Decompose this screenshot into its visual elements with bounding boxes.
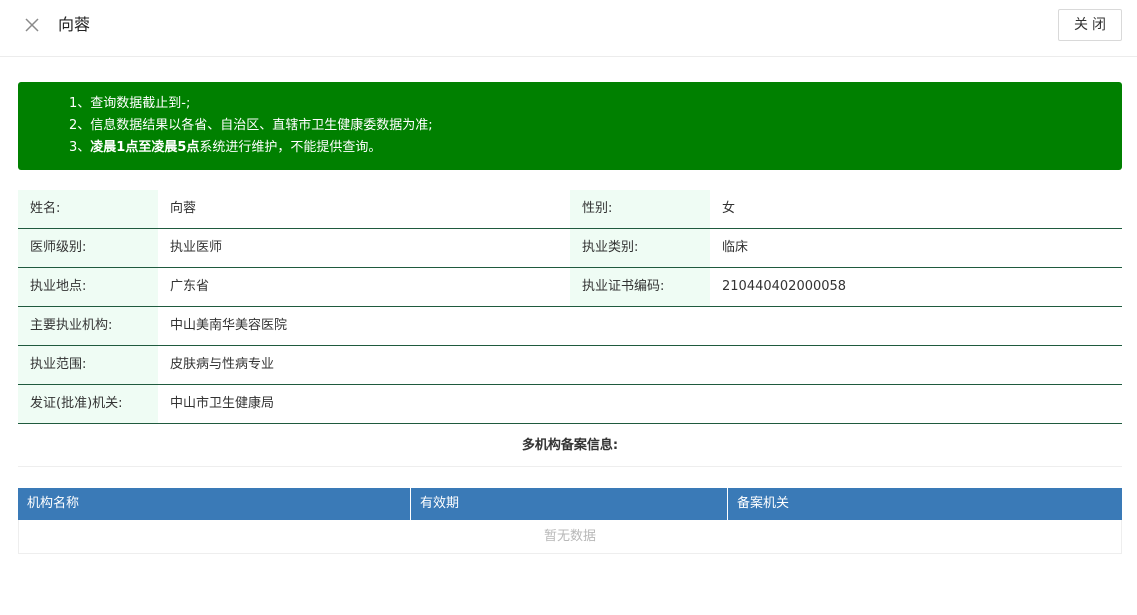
org-value: 中山美南华美容医院 bbox=[170, 318, 288, 333]
gender-label: 性别: bbox=[570, 190, 710, 228]
notice-banner: 1、查询数据截止到-; 2、信息数据结果以各省、自治区、直辖市卫生健康委数据为准… bbox=[18, 82, 1122, 170]
location-label: 执业地点: bbox=[18, 268, 158, 306]
info-row: 医师级别: 执业医师 执业类别: 临床 bbox=[18, 229, 1122, 268]
level-value: 执业医师 bbox=[170, 240, 223, 255]
notice-line-2: 2、信息数据结果以各省、自治区、直辖市卫生健康委数据为准; bbox=[69, 118, 433, 133]
close-button[interactable]: 关闭 bbox=[1058, 9, 1122, 41]
info-row: 发证(批准)机关: 中山市卫生健康局 bbox=[18, 385, 1122, 424]
notice-line-3-prefix: 3、 bbox=[69, 140, 91, 155]
dialog-title: 向蓉 bbox=[58, 15, 91, 34]
level-label: 医师级别: bbox=[18, 229, 158, 267]
multi-org-table: 机构名称 有效期 备案机关 暂无数据 bbox=[18, 488, 1122, 554]
info-row: 执业地点: 广东省 执业证书编码: 210440402000058 bbox=[18, 268, 1122, 307]
org-label: 主要执业机构: bbox=[18, 307, 158, 345]
doctor-info-table: 姓名: 向蓉 性别: 女 医师级别: 执业医师 执业类别: 临床 执业地点: 广… bbox=[18, 190, 1122, 424]
column-header-org-name: 机构名称 bbox=[18, 488, 411, 520]
scope-value: 皮肤病与性病专业 bbox=[170, 357, 275, 372]
gender-value: 女 bbox=[722, 201, 736, 216]
column-header-validity: 有效期 bbox=[411, 488, 728, 520]
category-value: 临床 bbox=[722, 240, 749, 255]
name-value: 向蓉 bbox=[170, 201, 197, 216]
info-row: 姓名: 向蓉 性别: 女 bbox=[18, 190, 1122, 229]
close-icon[interactable] bbox=[23, 16, 41, 34]
table-header: 机构名称 有效期 备案机关 bbox=[18, 488, 1122, 520]
notice-maintenance-time: 凌晨1点至凌晨5点 bbox=[90, 140, 200, 155]
cert-value: 210440402000058 bbox=[722, 279, 847, 294]
notice-line-3: 3、凌晨1点至凌晨5点系统进行维护，不能提供查询。 bbox=[69, 137, 1122, 159]
scope-label: 执业范围: bbox=[18, 346, 158, 384]
info-row: 执业范围: 皮肤病与性病专业 bbox=[18, 346, 1122, 385]
dialog-header: 向蓉 关闭 bbox=[0, 0, 1137, 57]
name-label: 姓名: bbox=[18, 190, 158, 228]
issuer-value: 中山市卫生健康局 bbox=[170, 396, 275, 411]
issuer-label: 发证(批准)机关: bbox=[18, 385, 158, 423]
empty-state: 暂无数据 bbox=[18, 520, 1122, 554]
column-header-filing-authority: 备案机关 bbox=[737, 496, 790, 511]
info-row: 主要执业机构: 中山美南华美容医院 bbox=[18, 307, 1122, 346]
notice-line-3-suffix: 系统进行维护，不能提供查询。 bbox=[199, 140, 382, 155]
notice-line-1: 1、查询数据截止到-; bbox=[69, 96, 191, 111]
multi-org-title: 多机构备案信息: bbox=[18, 424, 1122, 467]
cert-label: 执业证书编码: bbox=[570, 268, 710, 306]
location-value: 广东省 bbox=[170, 279, 210, 294]
category-label: 执业类别: bbox=[570, 229, 710, 267]
